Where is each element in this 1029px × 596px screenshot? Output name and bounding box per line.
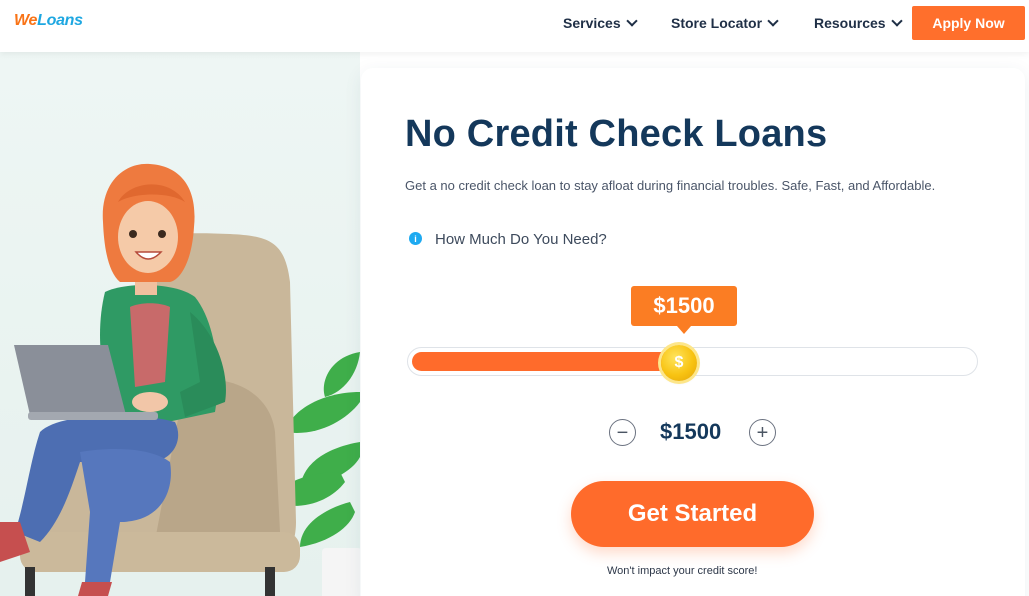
face	[118, 201, 178, 273]
increase-amount-button[interactable]: +	[749, 419, 776, 446]
logo-loans: Loans	[37, 12, 83, 29]
chair-leg	[265, 567, 275, 596]
slider-value-tooltip: $1500	[631, 286, 737, 334]
weloans-logo[interactable]: WeLoans	[14, 12, 83, 30]
shirt	[130, 303, 170, 387]
nav-resources-label: Resources	[814, 15, 886, 31]
decrease-amount-button[interactable]: −	[609, 419, 636, 446]
plant-pot	[322, 548, 360, 596]
page-title: No Credit Check Loans	[405, 113, 828, 155]
nav-services[interactable]: Services	[563, 15, 638, 31]
page-subtitle: Get a no credit check loan to stay afloa…	[405, 178, 936, 193]
nav-store-locator-label: Store Locator	[671, 15, 763, 31]
eye	[129, 230, 137, 238]
info-icon[interactable]: i	[409, 232, 422, 245]
credit-score-note: Won't impact your credit score!	[607, 565, 758, 577]
nav-store-locator[interactable]: Store Locator	[671, 15, 779, 31]
apply-now-button[interactable]: Apply Now	[912, 6, 1025, 40]
nav-services-label: Services	[563, 15, 621, 31]
laptop-base	[28, 412, 158, 420]
amount-question-label: How Much Do You Need?	[435, 231, 607, 248]
dollar-coin-icon[interactable]: $	[661, 345, 697, 381]
chair-leg	[25, 567, 35, 596]
slider-fill	[412, 352, 682, 371]
woman-on-armchair-illustration	[0, 163, 360, 596]
shoe	[78, 582, 112, 596]
laptop-screen	[14, 345, 126, 415]
chevron-down-icon	[767, 15, 779, 27]
armchair-seat	[20, 532, 300, 572]
hand	[132, 392, 168, 412]
minus-circle-icon: −	[616, 421, 629, 444]
plus-circle-icon: +	[756, 421, 769, 444]
hero-illustration	[0, 52, 360, 596]
nav-resources[interactable]: Resources	[814, 15, 903, 31]
loan-amount-value: $1500	[660, 419, 722, 444]
eye	[158, 230, 166, 238]
chevron-down-icon	[890, 15, 903, 27]
chevron-down-icon	[625, 15, 638, 27]
logo-we: We	[14, 12, 38, 29]
site-header: WeLoans Services Store Locator Resources…	[0, 0, 1029, 52]
get-started-button[interactable]: Get Started	[571, 481, 814, 547]
